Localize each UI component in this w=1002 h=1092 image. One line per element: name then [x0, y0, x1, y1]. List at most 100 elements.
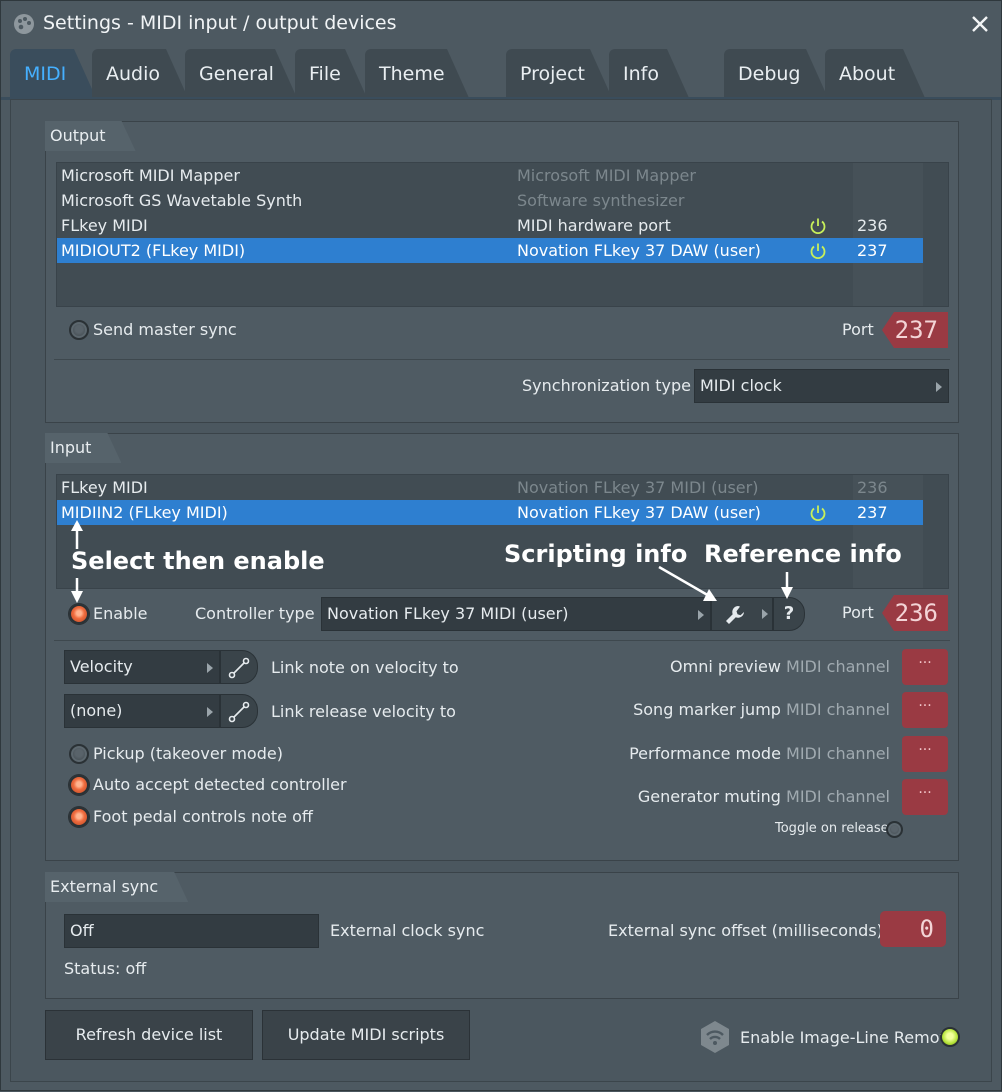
- performance-row: Performance mode MIDI channel: [629, 744, 890, 763]
- auto-accept-label: Auto accept detected controller: [93, 775, 347, 794]
- remote-label: Enable Image-Line Remote: [740, 1028, 956, 1047]
- auto-accept-radio[interactable]: [69, 775, 89, 795]
- output-row[interactable]: FLkey MIDI MIDI hardware port 236: [57, 213, 923, 238]
- close-icon[interactable]: [969, 13, 991, 35]
- power-icon[interactable]: [809, 504, 827, 522]
- scripting-button[interactable]: [711, 597, 773, 631]
- input-row-selected[interactable]: MIDIIN2 (FLkey MIDI) Novation FLkey 37 D…: [57, 500, 923, 525]
- window-title: Settings - MIDI input / output devices: [43, 12, 397, 34]
- tab-about[interactable]: About: [825, 49, 925, 98]
- controller-type-label: Controller type: [195, 604, 315, 623]
- toggle-release-radio[interactable]: [886, 821, 903, 838]
- sync-offset-box[interactable]: 0: [880, 911, 946, 947]
- tab-file[interactable]: File: [295, 49, 367, 98]
- controller-type-dropdown[interactable]: Novation FLkey 37 MIDI (user): [321, 597, 711, 631]
- chevron-right-icon: [762, 609, 768, 619]
- foot-pedal-label: Foot pedal controls note off: [93, 807, 313, 826]
- toggle-release-label: Toggle on release: [775, 821, 889, 836]
- tab-info[interactable]: Info: [609, 49, 689, 98]
- device-type: Novation FLkey 37 DAW (user): [517, 241, 761, 260]
- remote-enable-led[interactable]: [940, 1027, 960, 1047]
- device-port: 236: [857, 216, 888, 235]
- tab-label: Info: [623, 62, 659, 85]
- midi-channel-label: MIDI channel: [786, 657, 890, 676]
- input-row[interactable]: FLkey MIDI Novation FLkey 37 MIDI (user)…: [57, 475, 923, 500]
- device-name: FLkey MIDI: [61, 216, 148, 235]
- output-title: Output: [45, 121, 136, 151]
- device-name: Microsoft MIDI Mapper: [61, 166, 240, 185]
- tab-general[interactable]: General: [185, 49, 297, 98]
- output-port-box[interactable]: 237: [882, 312, 948, 348]
- output-row-selected[interactable]: MIDIOUT2 (FLkey MIDI) Novation FLkey 37 …: [57, 238, 923, 263]
- device-name: Microsoft GS Wavetable Synth: [61, 191, 303, 210]
- tab-theme[interactable]: Theme: [365, 49, 469, 98]
- device-type: MIDI hardware port: [517, 216, 671, 235]
- midi-channel-label: MIDI channel: [786, 787, 890, 806]
- link-release-button[interactable]: [220, 694, 258, 728]
- annotation-scripting: Scripting info: [504, 540, 688, 568]
- tab-audio[interactable]: Audio: [92, 49, 188, 98]
- enable-label: Enable: [93, 604, 148, 623]
- reference-help-button[interactable]: ?: [773, 597, 805, 631]
- device-port: 236: [857, 478, 888, 497]
- controller-type-value: Novation FLkey 37 MIDI (user): [327, 604, 569, 623]
- tab-midi[interactable]: MIDI: [10, 49, 96, 98]
- input-port-box[interactable]: 236: [882, 595, 948, 631]
- device-name: FLkey MIDI: [61, 478, 148, 497]
- tab-debug[interactable]: Debug: [724, 49, 828, 98]
- tab-label: Audio: [106, 62, 161, 85]
- velocity-dropdown[interactable]: Velocity: [64, 650, 220, 684]
- external-clock-label: External clock sync: [330, 921, 485, 940]
- output-port-label: Port: [842, 320, 874, 339]
- device-name: MIDIOUT2 (FLkey MIDI): [61, 241, 246, 260]
- chevron-right-icon: [207, 663, 213, 673]
- tab-label: Theme: [379, 62, 445, 85]
- send-master-sync-label: Send master sync: [93, 320, 237, 339]
- update-midi-scripts-button[interactable]: Update MIDI scripts: [262, 1010, 470, 1060]
- pickup-radio[interactable]: [69, 744, 89, 764]
- link-release-label: Link release velocity to: [271, 702, 456, 721]
- refresh-device-list-button[interactable]: Refresh device list: [45, 1010, 253, 1060]
- input-panel: Input FLkey MIDI Novation FLkey 37 MIDI …: [45, 433, 959, 861]
- input-title: Input: [45, 433, 121, 463]
- song-marker-row: Song marker jump MIDI channel: [633, 700, 890, 719]
- tab-bar: MIDI Audio General File Theme Project In…: [1, 49, 1001, 99]
- palette-icon: [14, 14, 34, 34]
- sync-type-value: MIDI clock: [700, 376, 782, 395]
- generator-label: Generator muting: [637, 787, 781, 806]
- device-port: 237: [857, 241, 888, 260]
- tab-label: Debug: [738, 62, 801, 85]
- external-sync-title: External sync: [45, 872, 188, 902]
- midi-channel-label: MIDI channel: [786, 700, 890, 719]
- question-icon: ?: [783, 603, 795, 624]
- sync-status: Status: off: [64, 959, 147, 978]
- device-type: Microsoft MIDI Mapper: [517, 166, 696, 185]
- external-clock-dropdown[interactable]: Off: [64, 914, 319, 948]
- foot-pedal-radio[interactable]: [69, 807, 89, 827]
- title-bar: Settings - MIDI input / output devices: [1, 1, 1001, 49]
- release-dropdown[interactable]: (none): [64, 694, 220, 728]
- output-panel: Output Microsoft MIDI Mapper Microsoft M…: [45, 121, 959, 423]
- chevron-right-icon: [698, 610, 704, 620]
- output-row[interactable]: Microsoft GS Wavetable Synth Software sy…: [57, 188, 923, 213]
- send-master-sync-radio[interactable]: [69, 320, 89, 340]
- output-row[interactable]: Microsoft MIDI Mapper Microsoft MIDI Map…: [57, 163, 923, 188]
- generator-channel-box[interactable]: ···: [902, 779, 948, 815]
- sync-type-dropdown[interactable]: MIDI clock: [694, 369, 949, 403]
- song-marker-channel-box[interactable]: ···: [902, 692, 948, 728]
- device-port: 237: [857, 503, 888, 522]
- performance-channel-box[interactable]: ···: [902, 736, 948, 772]
- omni-channel-box[interactable]: ···: [902, 649, 948, 685]
- wrench-icon: [726, 606, 744, 624]
- output-device-list[interactable]: Microsoft MIDI Mapper Microsoft MIDI Map…: [56, 162, 949, 307]
- power-icon[interactable]: [809, 242, 827, 260]
- sync-type-label: Synchronization type: [522, 376, 691, 395]
- power-icon[interactable]: [809, 217, 827, 235]
- external-clock-value: Off: [70, 921, 94, 940]
- chevron-right-icon: [936, 382, 942, 392]
- midi-channel-label: MIDI channel: [786, 744, 890, 763]
- tab-project[interactable]: Project: [506, 49, 612, 98]
- velocity-value: Velocity: [70, 657, 133, 676]
- enable-radio[interactable]: [69, 604, 89, 624]
- link-velocity-button[interactable]: [220, 650, 258, 684]
